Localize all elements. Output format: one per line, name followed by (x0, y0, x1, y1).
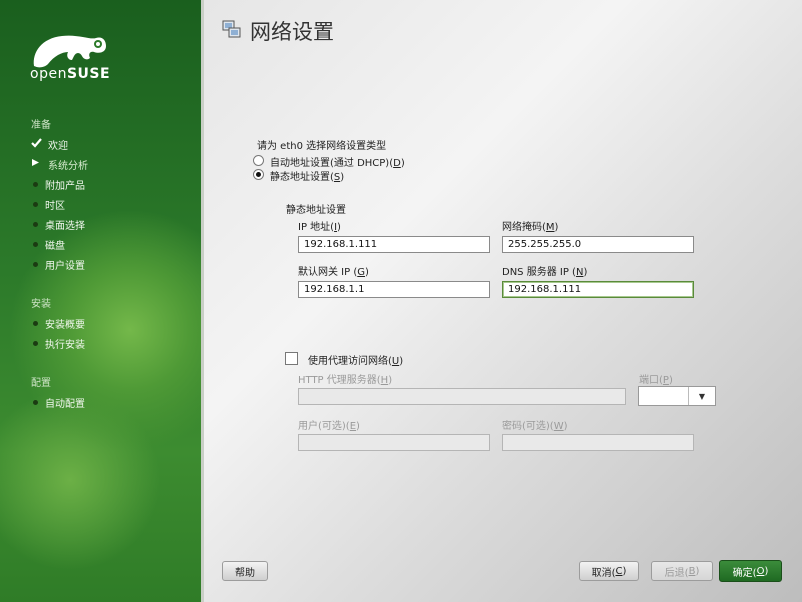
sidebar-item-perform-install: 执行安装 (31, 336, 85, 351)
pending-dot-icon (33, 201, 38, 207)
opensuse-gecko-logo-icon (33, 35, 107, 68)
pending-dot-icon (33, 221, 38, 227)
ip-address-input[interactable] (298, 236, 490, 253)
pending-dot-icon (33, 320, 38, 326)
proxy-password-input[interactable] (502, 434, 694, 451)
network-settings-icon (222, 20, 241, 38)
sidebar-section-config: 配置 (31, 378, 51, 389)
pending-dot-icon (33, 181, 38, 187)
main-panel: 网络设置 请为 eth0 选择网络设置类型 自动地址设置(通过 DHCP)(D)… (204, 0, 802, 602)
cancel-button[interactable]: 取消(C) (579, 561, 639, 581)
sidebar-item-user-settings: 用户设置 (31, 257, 85, 272)
current-step-arrow-icon (31, 158, 45, 170)
netmask-label: 网络掩码(M) (502, 222, 559, 233)
checkmark-icon (31, 137, 45, 151)
port-label: 端口(P) (639, 375, 673, 386)
static-radio-label[interactable]: 静态地址设置(S) (270, 168, 344, 183)
sidebar-item-add-on: 附加产品 (31, 177, 85, 192)
proxy-user-input[interactable] (298, 434, 490, 451)
back-button[interactable]: 后退(B) (651, 561, 713, 581)
chevron-down-icon[interactable]: ▼ (688, 387, 715, 405)
use-proxy-label[interactable]: 使用代理访问网络(U) (308, 352, 403, 367)
sidebar: openSUSE 准备 欢迎 系统分析 附加产品 时区 桌面选择 磁盘 用户设置… (0, 0, 204, 602)
http-proxy-label: HTTP 代理服务器(H) (298, 375, 393, 386)
sidebar-item-system-analysis: 系统分析 (31, 157, 88, 172)
help-button[interactable]: 帮助 (222, 561, 268, 581)
sidebar-item-timezone: 时区 (31, 197, 65, 212)
sidebar-item-disk: 磁盘 (31, 237, 65, 252)
use-proxy-checkbox[interactable] (285, 352, 298, 365)
dhcp-radio-label[interactable]: 自动地址设置(通过 DHCP)(D) (270, 154, 405, 169)
dhcp-radio[interactable] (253, 155, 264, 166)
gateway-label: 默认网关 IP (G) (298, 267, 369, 278)
page-title: 网络设置 (250, 20, 334, 44)
ok-button[interactable]: 确定(O) (719, 560, 782, 582)
proxy-password-label: 密码(可选)(W) (502, 421, 568, 432)
static-radio[interactable] (253, 169, 264, 180)
gateway-input[interactable] (298, 281, 490, 298)
dns-label: DNS 服务器 IP (N) (502, 267, 588, 278)
pending-dot-icon (33, 399, 38, 405)
http-proxy-input[interactable] (298, 388, 626, 405)
pending-dot-icon (33, 261, 38, 267)
sidebar-section-install: 安装 (31, 299, 51, 310)
port-combobox[interactable]: ▼ (638, 386, 716, 406)
sidebar-section-prepare: 准备 (31, 120, 51, 131)
static-group-title: 静态地址设置 (286, 205, 346, 216)
proxy-user-label: 用户(可选)(E) (298, 421, 360, 432)
ip-address-label: IP 地址(I) (298, 222, 341, 233)
netmask-input[interactable] (502, 236, 694, 253)
sidebar-item-auto-config: 自动配置 (31, 395, 85, 410)
sidebar-item-welcome: 欢迎 (31, 137, 68, 152)
pending-dot-icon (33, 340, 38, 346)
opensuse-wordmark: openSUSE (30, 66, 111, 82)
sidebar-item-install-summary: 安装概要 (31, 316, 85, 331)
sidebar-item-desktop: 桌面选择 (31, 217, 85, 232)
pending-dot-icon (33, 241, 38, 247)
setup-type-prompt: 请为 eth0 选择网络设置类型 (257, 141, 387, 152)
dns-input[interactable] (502, 281, 694, 298)
